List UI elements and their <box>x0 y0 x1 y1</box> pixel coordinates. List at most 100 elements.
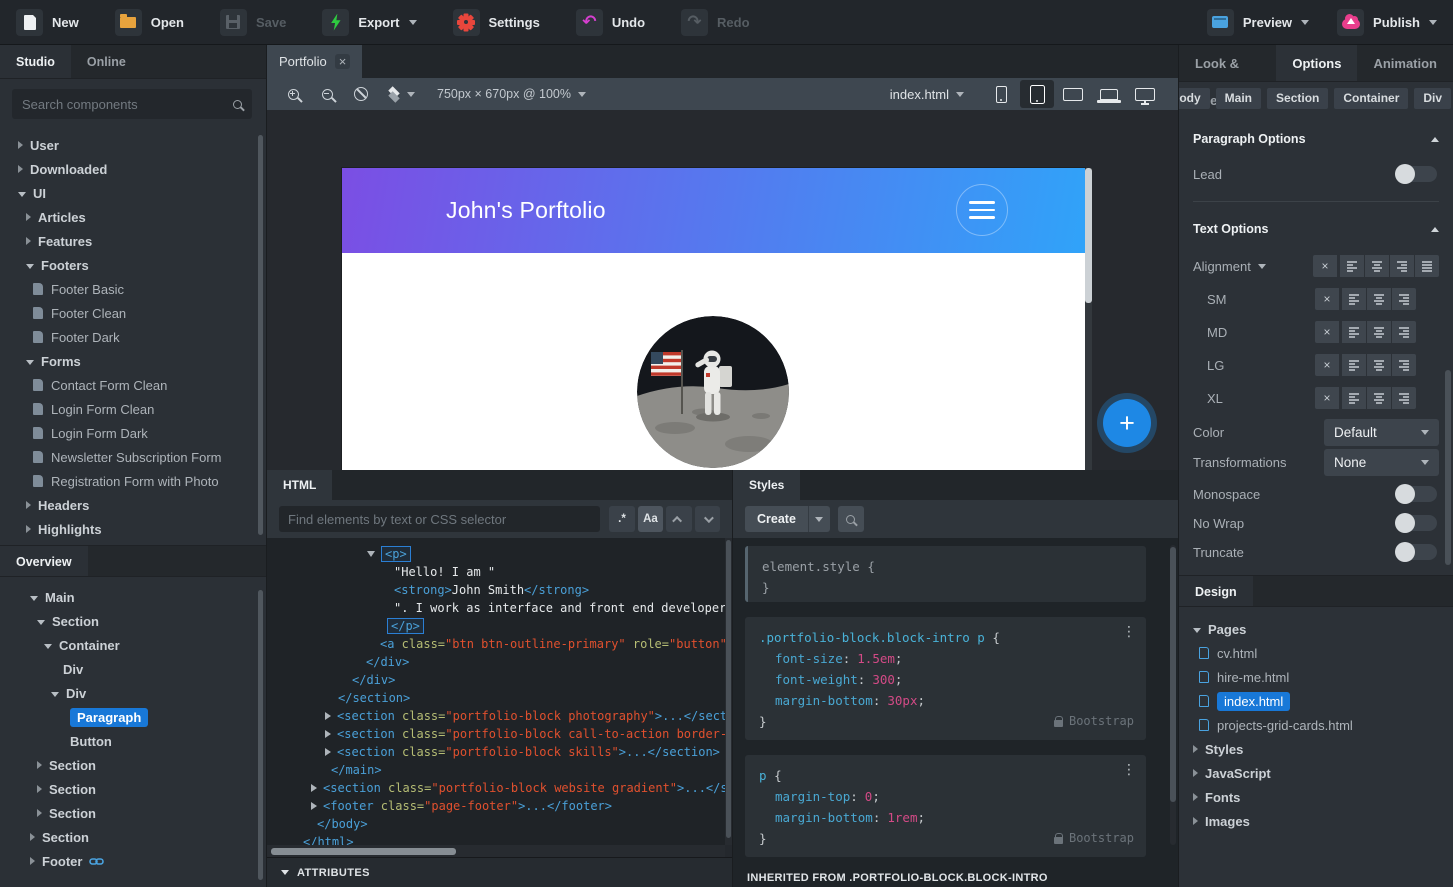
publish-button[interactable]: Publish <box>1337 9 1437 36</box>
overview-item-container[interactable]: Container <box>0 633 256 657</box>
tree-item-ui[interactable]: UI <box>0 181 256 205</box>
kebab-menu-icon[interactable]: ⋮ <box>1122 763 1136 777</box>
code-line-p-open[interactable]: <p> <box>267 545 725 563</box>
code-line-section-photography[interactable]: <section class="portfolio-block photogra… <box>267 707 725 725</box>
overview-item-section-3[interactable]: Section <box>0 777 256 801</box>
find-next-button[interactable] <box>695 506 720 532</box>
astronaut-profile-image[interactable] <box>637 316 789 468</box>
overview-item-section[interactable]: Section <box>0 609 256 633</box>
find-elements-input[interactable] <box>279 506 600 532</box>
truncate-toggle[interactable] <box>1397 544 1437 560</box>
tree-item-registration-form-with-photo[interactable]: Registration Form with Photo <box>0 469 256 493</box>
html-horizontal-scrollbar-thumb[interactable] <box>271 848 456 855</box>
tree-item-features[interactable]: Features <box>0 229 256 253</box>
align-clear-button[interactable]: × <box>1315 354 1339 376</box>
regex-toggle-button[interactable]: .* <box>609 506 634 532</box>
align-right-button[interactable] <box>1392 288 1416 310</box>
tab-styles[interactable]: Styles <box>733 470 800 500</box>
attributes-bar[interactable]: ATTRIBUTES <box>267 857 732 887</box>
disable-overlay-button[interactable] <box>349 82 373 106</box>
tree-item-contact-form-clean[interactable]: Contact Form Clean <box>0 373 256 397</box>
css-block-block-intro-p[interactable]: ⋮ .portfolio-block.block-intro p { font-… <box>745 617 1146 740</box>
tree-item-footer-clean[interactable]: Footer Clean <box>0 301 256 325</box>
tree-item-highlights[interactable]: Highlights <box>0 517 256 541</box>
design-item-images[interactable]: Images <box>1179 809 1447 833</box>
tab-options[interactable]: Options <box>1276 45 1357 81</box>
tree-item-forms[interactable]: Forms <box>0 349 256 373</box>
design-item-projects-grid-cards-html[interactable]: projects-grid-cards.html <box>1179 713 1447 737</box>
align-justify-button[interactable] <box>1415 255 1439 277</box>
code-line-div-close-2[interactable]: </div> <box>267 671 725 689</box>
overview-item-paragraph[interactable]: Paragraph <box>0 705 256 729</box>
settings-button[interactable]: Settings <box>453 9 540 36</box>
search-input[interactable] <box>22 97 233 112</box>
close-tab-icon[interactable]: × <box>335 54 351 69</box>
monospace-toggle[interactable] <box>1397 486 1437 502</box>
case-sensitive-button[interactable]: Aa <box>638 506 663 532</box>
overview-item-section-4[interactable]: Section <box>0 801 256 825</box>
device-phone-button[interactable] <box>984 80 1018 108</box>
export-button[interactable]: Export <box>322 9 416 36</box>
page-navbar[interactable]: John's Porftolio <box>342 168 1085 253</box>
design-item-fonts[interactable]: Fonts <box>1179 785 1447 809</box>
tree-item-user[interactable]: User <box>0 133 256 157</box>
code-line-html-close[interactable]: </html> <box>267 833 725 845</box>
create-style-button[interactable]: Create <box>745 506 808 532</box>
zoom-out-button[interactable] <box>315 82 339 106</box>
new-button[interactable]: New <box>16 9 79 36</box>
tree-item-footers[interactable]: Footers <box>0 253 256 277</box>
code-line-section-website-gradient[interactable]: <section class="portfolio-block website … <box>267 779 725 797</box>
tab-animation[interactable]: Animation <box>1357 45 1453 81</box>
align-clear-button[interactable]: × <box>1315 288 1339 310</box>
align-left-button[interactable] <box>1342 321 1366 343</box>
design-item-hire-me-html[interactable]: hire-me.html <box>1179 665 1447 689</box>
design-item-index-html[interactable]: index.html <box>1179 689 1447 713</box>
tree-item-headers[interactable]: Headers <box>0 493 256 517</box>
canvas-scrollbar-thumb[interactable] <box>1085 168 1092 303</box>
save-button[interactable]: Save <box>220 9 286 36</box>
collapse-section-icon[interactable] <box>1431 227 1439 232</box>
overview-item-div[interactable]: Div <box>0 657 256 681</box>
tab-online[interactable]: Online <box>71 45 142 78</box>
code-line-hello-text[interactable]: "Hello! I am " <box>267 563 725 581</box>
align-left-button[interactable] <box>1340 255 1364 277</box>
hamburger-menu-icon[interactable] <box>956 184 1008 236</box>
create-style-caret-button[interactable] <box>808 506 830 532</box>
redo-button[interactable]: ↷ Redo <box>681 9 750 36</box>
tab-design[interactable]: Design <box>1179 576 1253 606</box>
breadcrumb-main[interactable]: Main <box>1216 88 1261 109</box>
code-line-hire-link[interactable]: <a class="btn btn-outline-primary" role=… <box>267 635 725 653</box>
tree-item-downloaded[interactable]: Downloaded <box>0 157 256 181</box>
design-item-cv-html[interactable]: cv.html <box>1179 641 1447 665</box>
code-line-div-close[interactable]: </div> <box>267 653 725 671</box>
tab-html[interactable]: HTML <box>267 470 332 500</box>
tab-look-and-feel[interactable]: Look & Feel <box>1179 45 1276 81</box>
tab-portfolio[interactable]: Portfolio × <box>267 45 362 78</box>
component-tree-scrollbar[interactable] <box>258 135 263 535</box>
tree-item-newsletter-subscription-form[interactable]: Newsletter Subscription Form <box>0 445 256 469</box>
align-clear-button[interactable]: × <box>1315 387 1339 409</box>
align-right-button[interactable] <box>1390 255 1414 277</box>
code-line-body-close[interactable]: </body> <box>267 815 725 833</box>
tab-studio[interactable]: Studio <box>0 45 71 78</box>
styles-search-button[interactable] <box>838 506 864 532</box>
undo-button[interactable]: ↶ Undo <box>576 9 645 36</box>
page-select[interactable]: index.html <box>890 87 964 102</box>
align-center-button[interactable] <box>1367 288 1391 310</box>
preview-button[interactable]: Preview <box>1207 9 1309 36</box>
page-preview[interactable]: John's Porftolio <box>342 168 1085 470</box>
open-button[interactable]: Open <box>115 9 184 36</box>
code-line-main-close[interactable]: </main> <box>267 761 725 779</box>
breadcrumb-section[interactable]: Section <box>1267 88 1328 109</box>
breadcrumb-container[interactable]: Container <box>1334 88 1408 109</box>
tree-item-articles[interactable]: Articles <box>0 205 256 229</box>
no-wrap-toggle[interactable] <box>1397 515 1437 531</box>
code-line-strong[interactable]: <strong>John Smith</strong> <box>267 581 725 599</box>
design-item-pages[interactable]: Pages <box>1179 617 1447 641</box>
code-line-work-text[interactable]: ". I work as interface and front end dev… <box>267 599 725 617</box>
align-center-button[interactable] <box>1367 354 1391 376</box>
css-block-element-style[interactable]: element.style { } <box>745 546 1146 602</box>
code-line-footer[interactable]: <footer class="page-footer">...</footer> <box>267 797 725 815</box>
overview-item-div-2[interactable]: Div <box>0 681 256 705</box>
zoom-in-button[interactable] <box>281 82 305 106</box>
